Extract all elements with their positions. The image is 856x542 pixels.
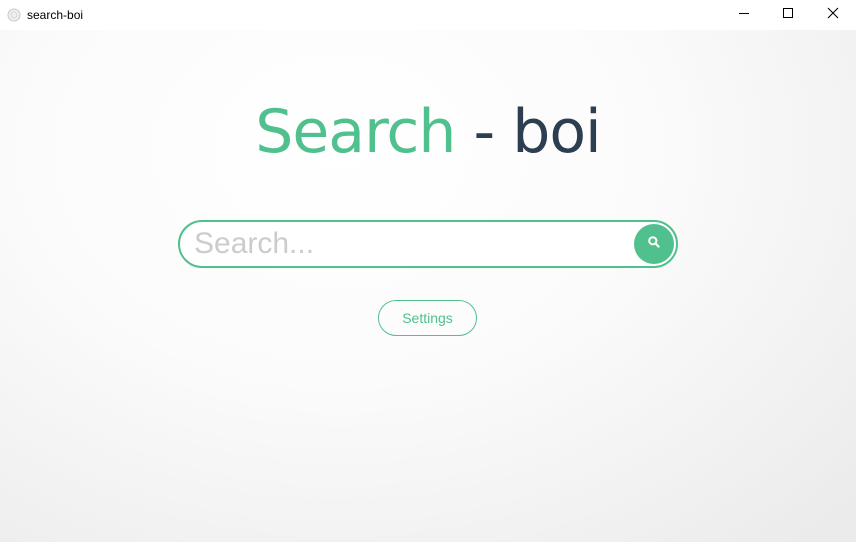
search-button[interactable]: [634, 224, 674, 264]
title-bar[interactable]: search-boi: [0, 0, 856, 30]
main-content: Search - boi Settings: [0, 30, 856, 542]
settings-button[interactable]: Settings: [378, 300, 477, 336]
minimize-button[interactable]: [721, 0, 767, 30]
search-icon: [647, 235, 661, 254]
page-title-accent: Search: [255, 97, 456, 167]
app-window: search-boi Search - boi Search... Settin…: [0, 0, 856, 542]
app-globe-icon: [7, 8, 21, 22]
maximize-button[interactable]: [765, 0, 811, 30]
page-title: Search - boi: [0, 94, 856, 170]
maximize-icon: [782, 6, 794, 24]
close-button[interactable]: [810, 0, 856, 30]
search-input[interactable]: [194, 224, 624, 264]
window-title: search-boi: [27, 8, 84, 22]
minimize-icon: [738, 6, 750, 24]
close-icon: [827, 6, 839, 24]
page-title-rest: - boi: [455, 97, 602, 167]
search-bar: [178, 220, 678, 268]
